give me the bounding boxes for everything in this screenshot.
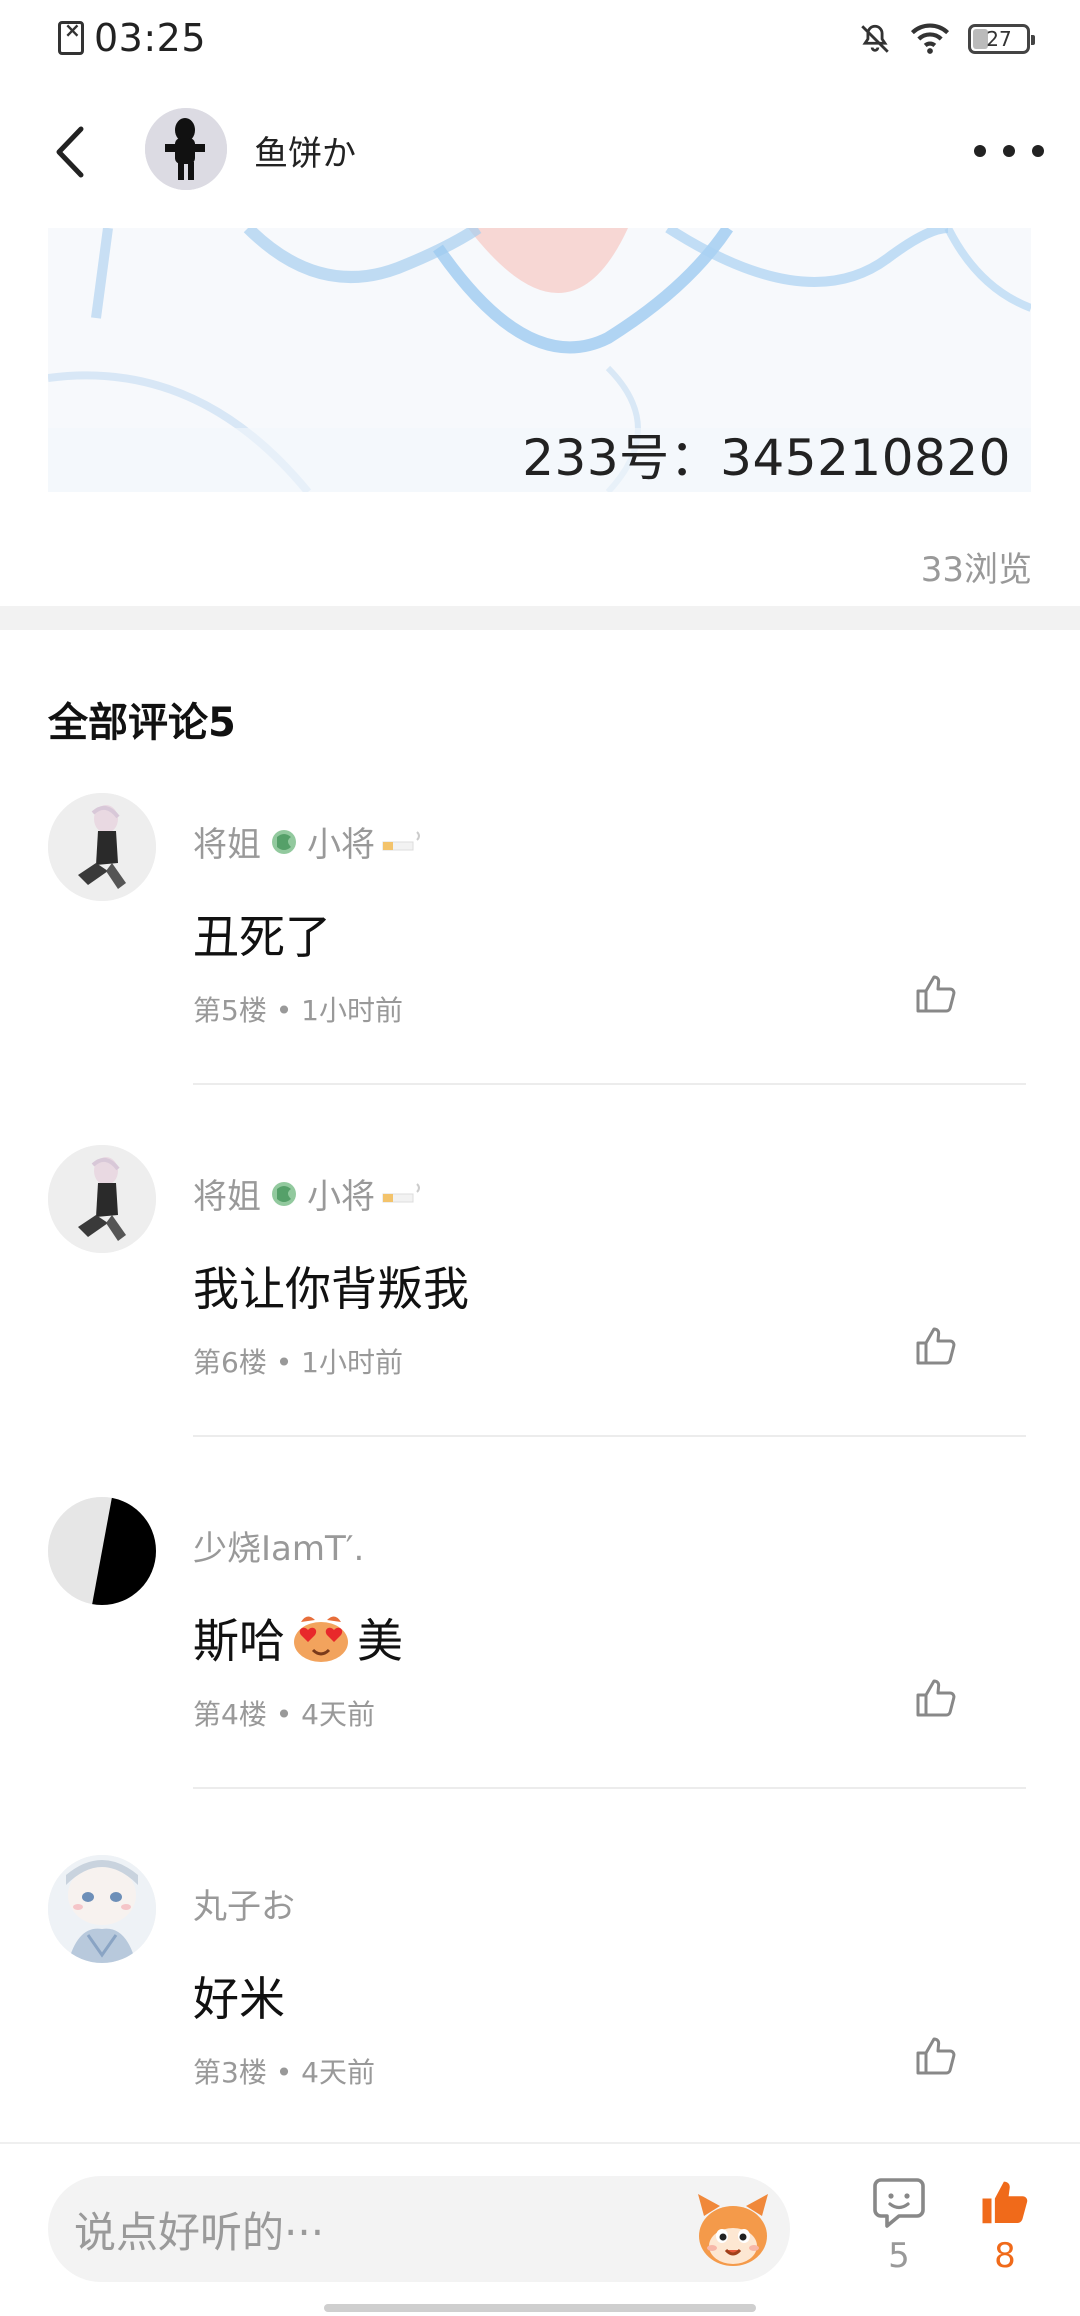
more-dot-icon [1032,145,1044,157]
post-header: 鱼饼か [0,96,1080,206]
thumbs-up-icon [916,1679,956,1717]
thumbs-up-icon [916,1327,956,1365]
commenter-name[interactable]: 将姐 小将 [193,817,425,866]
bell-off-icon [861,24,889,53]
thumbs-up-filled-icon [982,2181,1028,2224]
comment-text-content: 丑死了 [193,910,331,964]
status-left: 03:25 [58,16,206,60]
comment-text-suffix: 美 [357,1614,403,1668]
post-image[interactable]: 233号：345210820 [48,228,1031,492]
battery-level: 27 [986,27,1012,51]
commenter-name-text: 丸子お [193,1887,295,1927]
comment-text: 斯哈 美 [193,1605,403,1671]
thumbs-up-icon [916,2037,956,2075]
more-dot-icon [974,145,986,157]
commenter-avatar[interactable] [48,793,156,901]
bottom-bar-divider [0,2142,1080,2144]
comment-like-button[interactable] [912,1323,972,1383]
comment-like-button[interactable] [912,1675,972,1735]
comment-divider [193,1083,1026,1085]
section-divider [0,606,1080,630]
thumbs-up-icon [916,975,956,1013]
comment-input[interactable]: 说点好听的··· [48,2176,790,2282]
author-name[interactable]: 鱼饼か [254,126,356,175]
dragon-badge-icon [272,829,296,854]
back-button[interactable] [40,122,100,182]
comment-meta: 第6楼 • 1小时前 [193,1346,403,1379]
comment-text-content: 斯哈 [193,1614,285,1668]
cigarette-badge-icon [382,830,420,850]
comment-text: 丑死了 [193,901,331,967]
commenter-name-suffix: 小将 [307,1177,375,1217]
cigarette-badge-icon [382,1182,420,1202]
commenter-name-text: 将姐 [193,825,261,865]
comment-text-content: 好米 [193,1972,285,2026]
chevron-left-icon [56,126,84,178]
post-image-caption: 233号：345210820 [522,429,1011,487]
comment-divider [193,1435,1026,1437]
commenter-name[interactable]: 少烧IamT′. [193,1521,364,1570]
author-avatar[interactable] [145,108,227,190]
comment-count: 5 [888,2236,910,2276]
emoji-mascot-icon[interactable] [690,2186,776,2272]
dragon-badge-icon [272,1181,296,1206]
commenter-avatar[interactable] [48,1145,156,1253]
comment-meta: 第3楼 • 4天前 [193,2056,375,2089]
status-bar: 03:25 27 [0,0,1080,84]
comment-text-content: 我让你背叛我 [193,1262,469,1316]
comment-text: 好米 [193,1963,285,2029]
commenter-name[interactable]: 丸子お [193,1879,295,1928]
like-post-button[interactable]: 8 [972,2176,1038,2296]
comment-input-placeholder: 说点好听的··· [74,2207,325,2257]
status-right: 27 [858,22,1035,56]
comments-title: 全部评论5 [48,700,236,746]
comment-bubble-icon [873,2178,925,2228]
commenter-avatar[interactable] [48,1497,156,1605]
comment-text: 我让你背叛我 [193,1253,469,1319]
comment-like-button[interactable] [912,2033,972,2093]
battery-indicator: 27 [968,24,1035,54]
commenter-name-suffix: 小将 [307,825,375,865]
comments-button[interactable]: 5 [866,2176,932,2296]
comment-divider [193,1787,1026,1789]
commenter-avatar[interactable] [48,1855,156,1963]
wifi-icon [910,23,950,54]
commenter-name-text: 少烧IamT′. [193,1529,365,1569]
status-time: 03:25 [94,16,207,60]
comment-meta: 第4楼 • 4天前 [193,1698,375,1731]
commenter-name-text: 将姐 [193,1177,261,1217]
view-count: 33浏览 [920,550,1032,590]
commenter-name[interactable]: 将姐 小将 [193,1169,425,1218]
comment-meta: 第5楼 • 1小时前 [193,994,403,1027]
no-sim-icon [58,18,84,55]
like-count: 8 [994,2236,1016,2276]
more-options-button[interactable] [974,126,1044,176]
more-dot-icon [1003,145,1015,157]
home-indicator[interactable] [324,2304,756,2312]
comment-like-button[interactable] [912,971,972,1031]
heart-eyes-emoji-icon [294,1616,348,1662]
